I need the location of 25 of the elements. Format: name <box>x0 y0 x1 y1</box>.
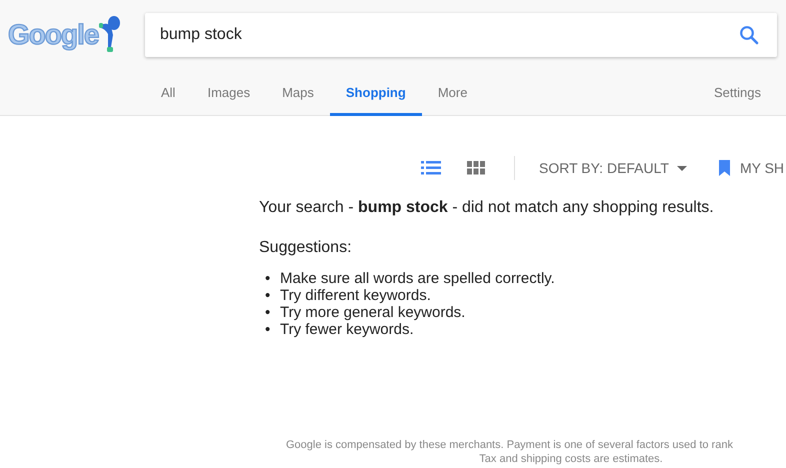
suggestion-text: Make sure all words are spelled correctly. <box>280 270 555 287</box>
search-icon[interactable] <box>739 25 759 45</box>
nav-tab[interactable]: Shopping <box>330 70 422 116</box>
doodle-figure-icon <box>99 15 122 55</box>
bookmark-icon <box>718 160 730 176</box>
suggestion-text: Try different keywords. <box>280 287 431 304</box>
bullet: • <box>265 321 272 338</box>
sort-dropdown[interactable]: SORT BY: DEFAULT <box>539 158 687 178</box>
disclaimer-text: Google is compensated by these merchants. Payment is one of several factors used to rank <box>286 439 733 451</box>
settings-link[interactable]: Settings <box>714 83 761 103</box>
bullet: • <box>265 287 272 304</box>
bullet: • <box>265 270 272 287</box>
suggestion-text: Try more general keywords. <box>280 304 466 321</box>
search-field[interactable]: bump stock <box>145 13 777 57</box>
nav-tab[interactable]: More <box>422 70 484 116</box>
nav-tab[interactable]: All <box>145 70 192 116</box>
nav-tab[interactable]: Maps <box>266 70 330 116</box>
my-shortlist-button[interactable]: MY SH <box>718 158 784 178</box>
suggestions-heading: Suggestions: <box>259 238 353 258</box>
bullet: • <box>265 304 272 321</box>
suggestion-text: Try fewer keywords. <box>280 321 414 338</box>
nav-tab[interactable]: Images <box>191 70 266 116</box>
no-results-message: Your search - bump stock - did not match any shopping results. <box>259 198 715 218</box>
disclaimer-text: Tax and shipping costs are estimates. <box>479 453 663 465</box>
caret-icon <box>676 166 687 170</box>
